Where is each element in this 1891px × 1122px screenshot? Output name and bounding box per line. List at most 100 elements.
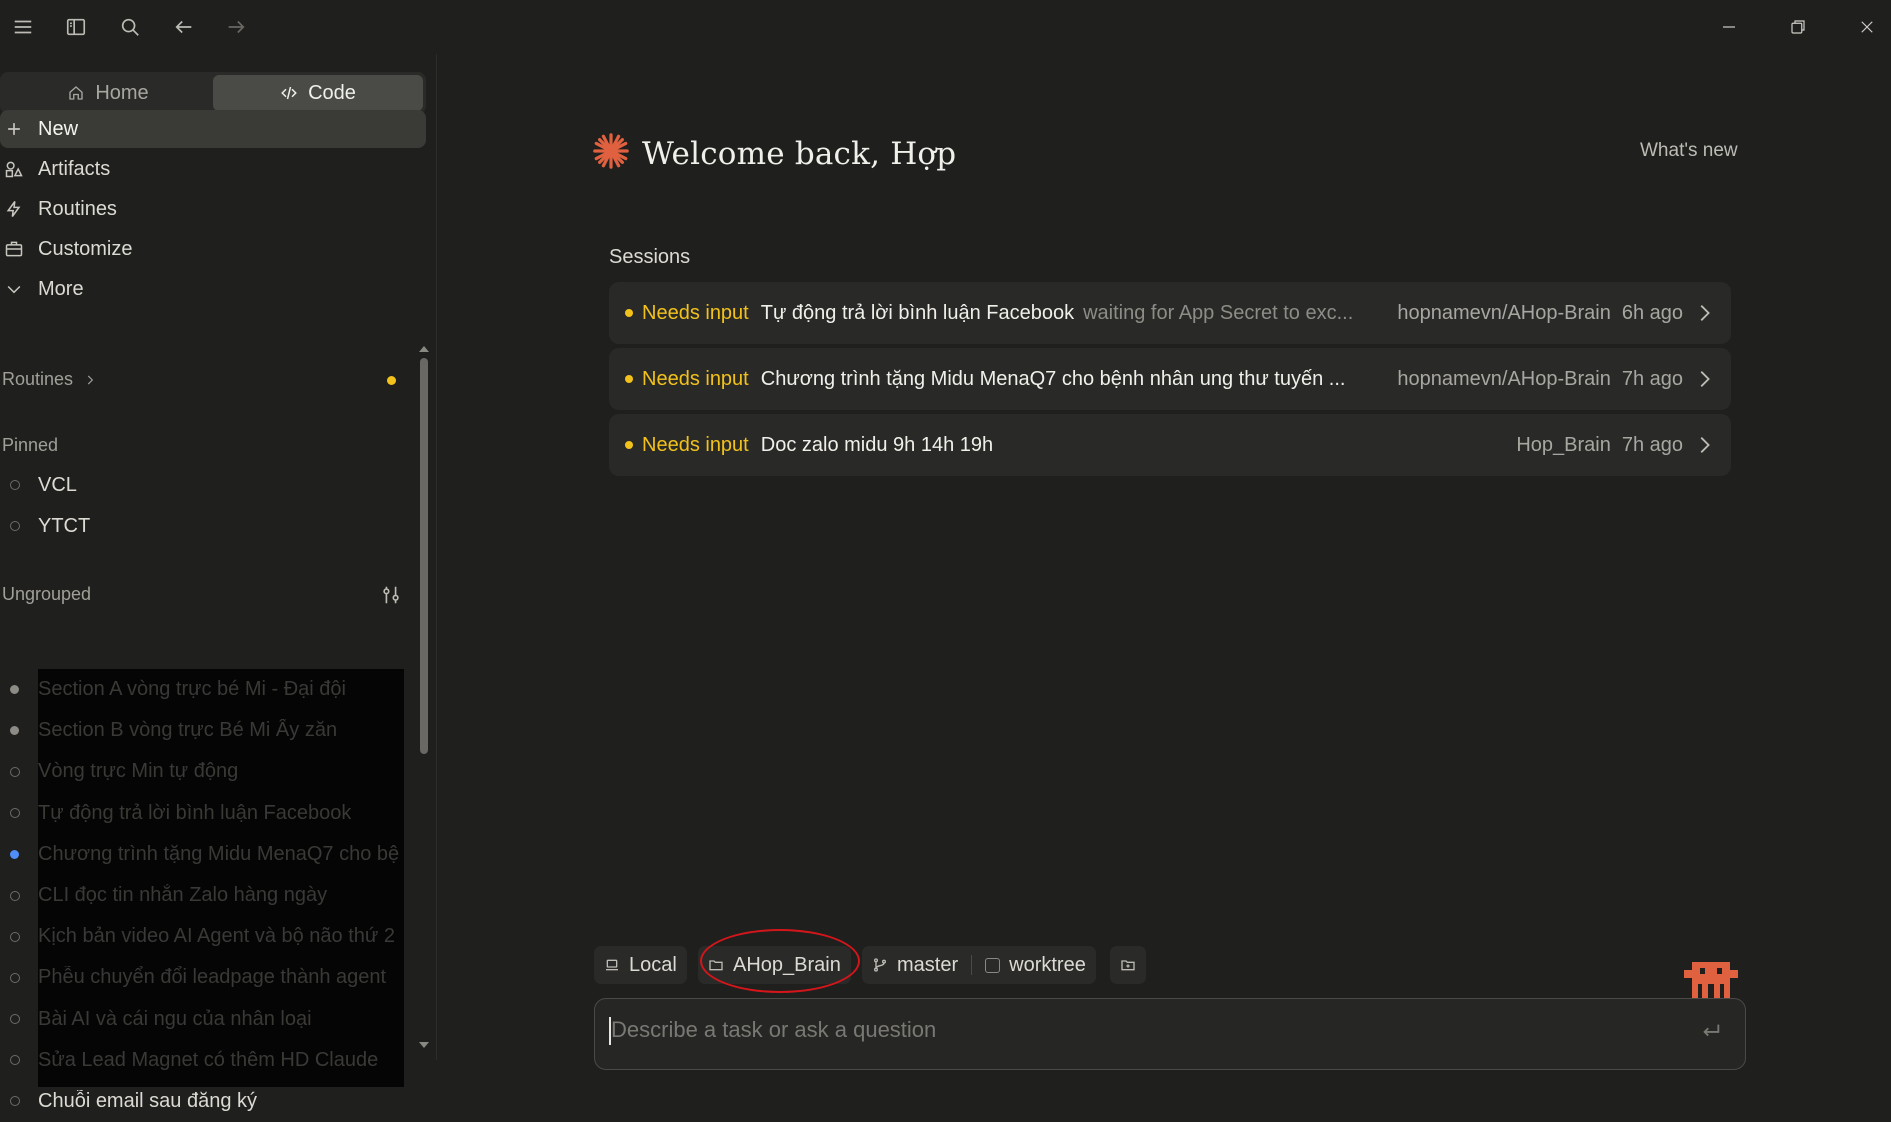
prompt-input[interactable]	[609, 1015, 1669, 1045]
worktree-label: worktree	[1009, 953, 1086, 976]
worktree-checkbox[interactable]	[985, 957, 1001, 973]
divider	[971, 955, 973, 975]
home-icon	[69, 86, 83, 100]
list-item[interactable]: Sửa Lead Magnet có thêm HD Claude	[0, 1040, 404, 1081]
status-ring	[10, 766, 20, 777]
status-dot	[625, 375, 633, 383]
new-button[interactable]: New	[0, 110, 426, 148]
session-row[interactable]: Needs input Doc zalo midu 9h 14h 19h Hop…	[609, 414, 1731, 476]
briefcase-icon	[5, 241, 23, 257]
list-item[interactable]: Bài AI và cái ngu của nhân loại	[0, 999, 404, 1040]
artifacts-icon	[5, 161, 23, 178]
list-item[interactable]: Chương trình tặng Midu MenaQ7 cho bệnh n…	[0, 834, 404, 875]
chip-label: Local	[629, 953, 677, 976]
list-item[interactable]: Vòng trực Min tự động	[0, 751, 404, 792]
list-item-label: Section A vòng trực bé Mi - Đại đội	[38, 678, 346, 701]
forward-arrow-icon[interactable]	[222, 13, 250, 41]
sidebar: Home Code New Artifacts Routines Customi…	[0, 54, 437, 1112]
status-dot-active	[10, 849, 19, 859]
status-dot	[625, 441, 633, 449]
session-row[interactable]: Needs input Tự động trả lời bình luận Fa…	[609, 282, 1731, 344]
prompt-box[interactable]	[594, 998, 1746, 1070]
list-item[interactable]: CLI đọc tin nhắn Zalo hàng ngày	[0, 875, 404, 916]
close-button[interactable]	[1852, 12, 1882, 42]
pinned-section-label: Pinned	[2, 435, 59, 455]
session-row[interactable]: Needs input Chương trình tặng Midu MenaQ…	[609, 348, 1731, 410]
pinned-item-ytct[interactable]: YTCT	[0, 508, 400, 544]
routines-section-label: Routines	[2, 369, 74, 389]
sidebar-item-routines[interactable]: Routines	[0, 190, 426, 228]
tab-home[interactable]: Home	[3, 75, 213, 111]
session-status: Needs input	[642, 367, 749, 390]
code-icon	[281, 86, 297, 100]
list-item-label: Phễu chuyển đổi leadpage thành agent	[38, 966, 387, 989]
status-dot	[625, 309, 633, 317]
whats-new-link[interactable]: What's new	[1640, 140, 1738, 162]
list-item[interactable]: Kịch bản video AI Agent và bộ não thứ 2	[0, 916, 404, 957]
status-ring	[10, 1055, 20, 1066]
sidebar-item-customize[interactable]: Customize	[0, 230, 426, 268]
status-ring	[10, 1096, 20, 1107]
annotation-highlight-ellipse	[700, 929, 860, 993]
list-item[interactable]: Phễu chuyển đổi leadpage thành agent	[0, 957, 404, 998]
routines-section-header[interactable]: Routines	[2, 369, 97, 390]
status-ring	[10, 890, 20, 901]
chevron-right-icon	[1700, 305, 1710, 321]
session-status: Needs input	[642, 433, 749, 456]
filter-sliders-icon[interactable]	[380, 584, 402, 606]
list-item[interactable]: Chuỗi email sau đăng ký	[0, 1081, 404, 1122]
list-item[interactable]: Tự động trả lời bình luận Facebook	[0, 793, 404, 834]
session-title: Chương trình tặng Midu MenaQ7 cho bệnh n…	[760, 367, 1346, 390]
text-caret	[609, 1017, 611, 1045]
branch-worktree-chip[interactable]: master worktree	[862, 946, 1096, 984]
status-ring	[10, 808, 20, 819]
scrollbar-thumb[interactable]	[420, 358, 428, 754]
ungrouped-list: Section A vòng trực bé Mi - Đại đội Sect…	[0, 669, 404, 1122]
pinned-item-vcl[interactable]: VCL	[0, 467, 400, 503]
list-item[interactable]: Section B vòng trực Bé Mi Ấy zăn	[0, 710, 404, 751]
environment-chip-local[interactable]: Local	[594, 946, 687, 984]
list-item[interactable]: Section A vòng trực bé Mi - Đại đội	[0, 669, 404, 710]
welcome-title: Welcome back, Hợp	[642, 135, 957, 172]
ungrouped-section-label: Ungrouped	[2, 584, 92, 604]
add-folder-button[interactable]	[1110, 946, 1146, 984]
scroll-down-arrow-icon[interactable]	[419, 1042, 429, 1048]
status-ring	[10, 972, 20, 983]
session-time: 6h ago	[1621, 301, 1683, 324]
chevron-right-icon	[1700, 437, 1710, 453]
menu-icon[interactable]	[9, 13, 37, 41]
sidebar-item-artifacts[interactable]: Artifacts	[0, 150, 426, 188]
sidebar-item-routines-label: Routines	[38, 197, 117, 220]
chevron-right-icon	[87, 375, 94, 384]
list-item-label: Vòng trực Min tự động	[38, 760, 239, 783]
tab-code[interactable]: Code	[213, 75, 423, 111]
back-arrow-icon[interactable]	[170, 13, 198, 41]
welcome-header: Welcome back, Hợp	[592, 132, 956, 175]
list-item-label: Tự động trả lời bình luận Facebook	[38, 801, 352, 824]
sidebar-item-artifacts-label: Artifacts	[38, 157, 111, 180]
pinned-item-label: YTCT	[38, 514, 91, 537]
sidebar-icon[interactable]	[62, 13, 90, 41]
laptop-icon	[606, 959, 618, 971]
status-ring	[10, 931, 20, 942]
minimize-button[interactable]	[1714, 12, 1744, 42]
scroll-up-arrow-icon[interactable]	[419, 346, 429, 352]
mode-switch: Home Code	[0, 72, 426, 114]
status-ring	[10, 521, 20, 531]
list-item-label: CLI đọc tin nhắn Zalo hàng ngày	[38, 884, 328, 907]
search-icon[interactable]	[116, 13, 144, 41]
sidebar-item-more[interactable]: More	[0, 270, 426, 308]
enter-icon[interactable]	[1700, 1020, 1722, 1042]
session-time: 7h ago	[1621, 367, 1683, 390]
status-dot	[10, 685, 19, 695]
session-status: Needs input	[642, 301, 749, 324]
tab-code-label: Code	[308, 81, 356, 104]
title-bar	[0, 0, 1891, 54]
restore-button[interactable]	[1783, 12, 1813, 42]
session-title: Doc zalo midu 9h 14h 19h	[760, 433, 994, 456]
chevron-down-icon	[7, 285, 21, 294]
tab-home-label: Home	[95, 81, 149, 104]
status-ring	[10, 1014, 20, 1025]
plus-icon	[8, 123, 20, 135]
session-repo: hopnamevn/AHop-Brain	[1397, 301, 1611, 324]
